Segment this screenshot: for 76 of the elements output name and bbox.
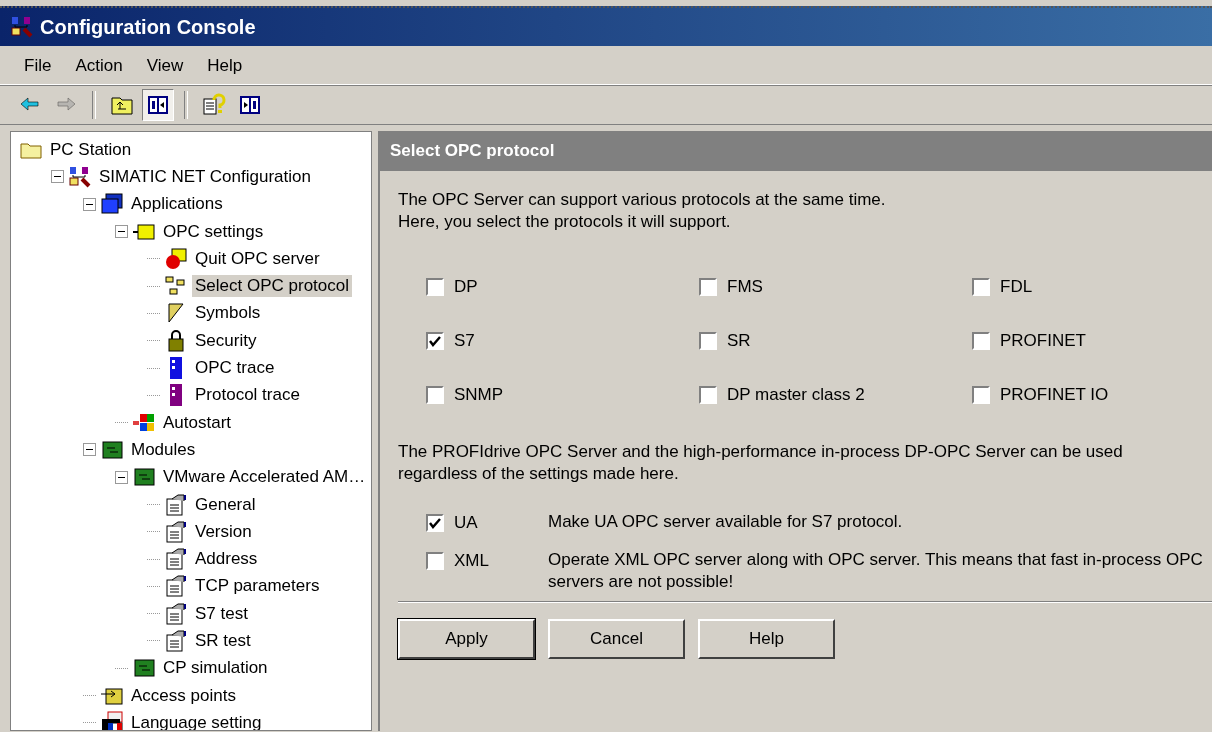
checkbox[interactable] [972, 278, 990, 296]
checkbox[interactable] [699, 386, 717, 404]
tree-item[interactable]: Protocol trace [192, 384, 303, 407]
tree-item[interactable]: General [192, 493, 259, 516]
checkbox-label[interactable]: XML [454, 550, 489, 572]
network-icon [68, 164, 92, 189]
stop-icon [164, 246, 188, 271]
props-icon [164, 601, 188, 626]
tree-item[interactable]: CP simulation [160, 657, 271, 680]
checkbox-label[interactable]: FMS [727, 277, 763, 297]
collapse-toggle[interactable] [51, 170, 64, 184]
panel-title: Select OPC protocol [390, 141, 555, 161]
tree-item[interactable]: Address [192, 548, 261, 571]
option-description: Make UA OPC server available for S7 protocol. [548, 511, 904, 533]
checkbox[interactable] [972, 386, 990, 404]
collapse-toggle[interactable] [83, 197, 96, 211]
tree-item[interactable]: Autostart [160, 411, 235, 434]
collapse-toggle[interactable] [115, 470, 128, 484]
tree-item[interactable]: Version [192, 520, 255, 543]
checkbox-label[interactable]: S7 [454, 331, 475, 351]
menu-item[interactable]: File [10, 54, 64, 78]
tree-item[interactable]: OPC settings [160, 220, 267, 243]
menu-item[interactable]: View [134, 54, 196, 78]
collapse-toggle[interactable] [83, 443, 96, 457]
tree-item[interactable]: Symbols [192, 302, 264, 325]
props-icon [164, 492, 188, 517]
tree-button[interactable] [142, 89, 174, 121]
tree-item[interactable]: VMware Accelerated AM… [160, 466, 369, 489]
dialog-button[interactable]: Apply [398, 619, 535, 659]
tree-item[interactable]: SR test [192, 630, 254, 652]
tree-icon [146, 93, 170, 117]
window-title: Configuration Console [40, 15, 256, 39]
menu-item[interactable]: Action [63, 54, 135, 78]
checkbox[interactable] [426, 278, 444, 296]
checkbox[interactable] [699, 332, 717, 350]
checkbox[interactable] [426, 386, 444, 404]
checkbox-label[interactable]: DP [454, 277, 478, 297]
intro-text: The OPC Server can support various protocols at the same time. [398, 189, 887, 211]
tree-item[interactable]: Applications [128, 193, 226, 216]
tree-item[interactable]: Modules [128, 438, 199, 461]
windows-icon [100, 192, 124, 217]
pane-icon [238, 93, 262, 117]
checkbox[interactable] [426, 552, 444, 570]
dialog-button[interactable]: Help [698, 619, 835, 659]
checkbox[interactable] [426, 332, 444, 350]
checkbox-label[interactable]: SR [727, 331, 751, 351]
tree-item[interactable]: SIMATIC NET Configuration [96, 165, 314, 188]
menu-item[interactable]: Help [195, 54, 255, 78]
checkbox-label[interactable]: FDL [1000, 277, 1033, 297]
tree-item[interactable]: S7 test [192, 602, 251, 625]
tree-item[interactable]: TCP parameters [192, 575, 323, 598]
tree-item[interactable]: Access points [128, 684, 239, 707]
note-text: The PROFIdrive OPC Server and the high-performance in-process DP-OPC Server can be used regardless of the settings made here. [398, 441, 1124, 485]
props-icon [164, 519, 188, 544]
props-icon [164, 547, 188, 572]
checkbox-label[interactable]: UA [454, 512, 478, 534]
checkbox-label[interactable]: DP master class 2 [727, 385, 865, 405]
tree-item[interactable]: Security [192, 329, 260, 352]
option-description: Operate XML OPC server along with OPC server. This means that fast in-process OPC servers are not possible! [548, 549, 1204, 593]
checkbox-label[interactable]: PROFINET [1000, 331, 1086, 351]
tree-item[interactable]: OPC trace [192, 357, 278, 379]
checkbox-label[interactable]: SNMP [454, 385, 504, 405]
tree-item[interactable]: Quit OPC server [192, 247, 323, 270]
checkbox[interactable] [426, 514, 444, 532]
checkbox[interactable] [972, 332, 990, 350]
network-icon [10, 15, 34, 39]
help-icon [202, 93, 226, 117]
props-icon [164, 629, 188, 653]
tree-item[interactable]: PC Station [47, 138, 135, 161]
dialog-button[interactable]: Cancel [548, 619, 685, 659]
tree-item[interactable]: Select OPC protocol [192, 275, 352, 298]
intro-text: Here, you select the protocols it will support. [398, 211, 732, 233]
collapse-toggle[interactable] [115, 225, 128, 239]
checkbox-label[interactable]: PROFINET IO [1000, 385, 1109, 405]
checkbox[interactable] [699, 278, 717, 296]
props-icon [164, 574, 188, 599]
